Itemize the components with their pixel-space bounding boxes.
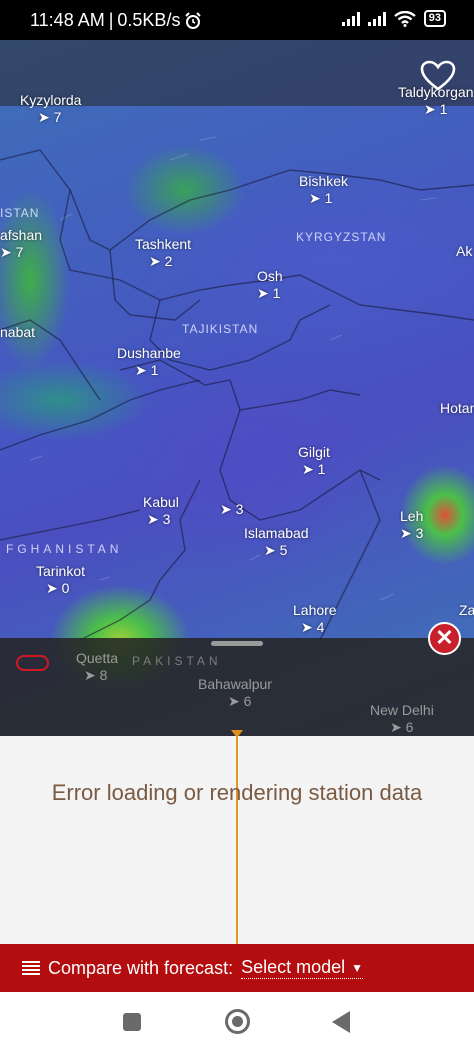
- city-kyzylorda[interactable]: Kyzylorda ➤ 7: [20, 92, 81, 126]
- wind-speed: ➤ 3: [400, 525, 424, 541]
- city-islamabad[interactable]: Islamabad ➤ 5: [244, 525, 309, 559]
- city-afshan[interactable]: afshan ➤ 7: [0, 227, 42, 261]
- menu-icon: [22, 961, 40, 975]
- city-name: Hotan: [440, 400, 474, 416]
- select-model-label: Select model: [241, 957, 346, 977]
- wind-speed: ➤ 1: [424, 101, 448, 117]
- wind-speed: ➤ 0: [46, 580, 70, 596]
- home-button[interactable]: [225, 1009, 250, 1034]
- city-osh[interactable]: Osh ➤ 1: [257, 268, 283, 302]
- wind-speed: ➤ 5: [264, 542, 288, 558]
- status-left: 11:48 AM | 0.5KB/s: [30, 10, 202, 31]
- station-marker[interactable]: [16, 655, 49, 671]
- city-name: Tashkent: [135, 236, 192, 252]
- wind-speed: ➤ 6: [390, 719, 414, 735]
- heart-icon[interactable]: [420, 60, 456, 92]
- wind-speed: ➤ 1: [309, 190, 333, 206]
- city-name: Islamabad: [244, 525, 309, 541]
- city-bahawalpur[interactable]: Bahawalpur ➤ 6: [198, 676, 272, 710]
- select-model-dropdown[interactable]: Select model ▼: [241, 957, 364, 979]
- city-name: Gilgit: [298, 444, 330, 460]
- city-name: afshan: [0, 227, 43, 243]
- city-quetta[interactable]: Quetta ➤ 8: [76, 650, 118, 684]
- wind-speed: ➤ 3: [147, 511, 171, 527]
- country-label-kyrgyzstan: KYRGYZSTAN: [296, 230, 387, 244]
- wind-speed: ➤ 4: [301, 619, 325, 635]
- city-name: Ak: [456, 243, 473, 259]
- city-name: Dushanbe: [117, 345, 181, 361]
- city-dushanbe[interactable]: Dushanbe ➤ 1: [117, 345, 181, 379]
- city-name: Bishkek: [299, 173, 349, 189]
- station-panel: Error loading or rendering station data: [0, 736, 474, 944]
- back-button[interactable]: [332, 1011, 350, 1033]
- city-tashkent[interactable]: Tashkent ➤ 2: [135, 236, 191, 270]
- city-gilgit[interactable]: Gilgit ➤ 1: [298, 444, 330, 478]
- city-name: New Delhi: [370, 702, 434, 718]
- wind-speed: ➤ 1: [257, 285, 281, 301]
- wind-speed: ➤ 2: [149, 253, 173, 269]
- city-nabat[interactable]: nabat: [0, 324, 35, 340]
- city-name: Kyzylorda: [20, 92, 82, 108]
- battery-icon: 93: [423, 10, 446, 27]
- wind-speed: ➤ 1: [135, 362, 159, 378]
- android-nav-bar: [0, 992, 474, 1053]
- wind-marker[interactable]: ➤ 3: [220, 500, 243, 518]
- alarm-icon: [185, 11, 202, 29]
- status-divider: |: [108, 10, 114, 30]
- city-hotan[interactable]: Hotan: [440, 400, 474, 416]
- signal-icon-2: [367, 11, 386, 26]
- compare-label: Compare with forecast:: [48, 957, 234, 978]
- compare-bar[interactable]: Compare with forecast: Select model ▼: [0, 944, 474, 992]
- city-name: nabat: [0, 324, 36, 340]
- city-name: Bahawalpur: [198, 676, 272, 692]
- city-name: Za: [459, 602, 474, 618]
- recent-apps-button[interactable]: [123, 1013, 141, 1031]
- close-button[interactable]: ✕: [428, 622, 461, 655]
- city-leh[interactable]: Leh ➤ 3: [400, 508, 423, 542]
- city-new-delhi[interactable]: New Delhi ➤ 6: [370, 702, 434, 736]
- weather-map[interactable]: ISTAN KYRGYZSTAN TAJIKISTAN FGHANISTAN P…: [0, 40, 474, 736]
- signal-icon: [341, 11, 360, 26]
- country-label-istan: ISTAN: [0, 206, 40, 220]
- city-name: Kabul: [143, 494, 179, 510]
- wind-speed: ➤ 8: [84, 667, 108, 683]
- city-lahore[interactable]: Lahore ➤ 4: [293, 602, 337, 636]
- wind-speed: ➤ 6: [228, 693, 252, 709]
- wind-speed: ➤ 7: [38, 109, 62, 125]
- country-label-pakistan: PAKISTAN: [132, 654, 222, 668]
- city-name: Leh: [400, 508, 424, 524]
- timeline-line[interactable]: [236, 736, 238, 944]
- drag-handle[interactable]: [211, 641, 263, 646]
- country-label-afghanistan: FGHANISTAN: [6, 542, 123, 556]
- wind-speed: ➤ 3: [220, 501, 244, 517]
- status-right: 93: [341, 10, 446, 27]
- city-za[interactable]: Za: [459, 602, 474, 618]
- city-ak[interactable]: Ak: [456, 243, 472, 259]
- status-bar: 11:48 AM | 0.5KB/s 93: [0, 0, 474, 40]
- status-speed: 0.5KB/s: [117, 10, 181, 30]
- city-kabul[interactable]: Kabul ➤ 3: [143, 494, 179, 528]
- city-bishkek[interactable]: Bishkek ➤ 1: [299, 173, 348, 207]
- status-time: 11:48 AM: [30, 10, 105, 30]
- chevron-down-icon: ▼: [351, 960, 364, 975]
- city-tarinkot[interactable]: Tarinkot ➤ 0: [36, 563, 85, 597]
- wind-speed: ➤ 1: [302, 461, 326, 477]
- wind-speed: ➤ 7: [0, 244, 24, 260]
- error-message: Error loading or rendering station data: [51, 780, 423, 805]
- city-name: Lahore: [293, 602, 337, 618]
- close-icon: ✕: [435, 625, 454, 650]
- city-name: Tarinkot: [36, 563, 86, 579]
- map-borders: [0, 136, 474, 641]
- city-name: Quetta: [76, 650, 119, 666]
- country-label-tajikistan: TAJIKISTAN: [182, 322, 259, 336]
- city-name: Osh: [257, 268, 283, 284]
- wifi-icon: [394, 10, 416, 27]
